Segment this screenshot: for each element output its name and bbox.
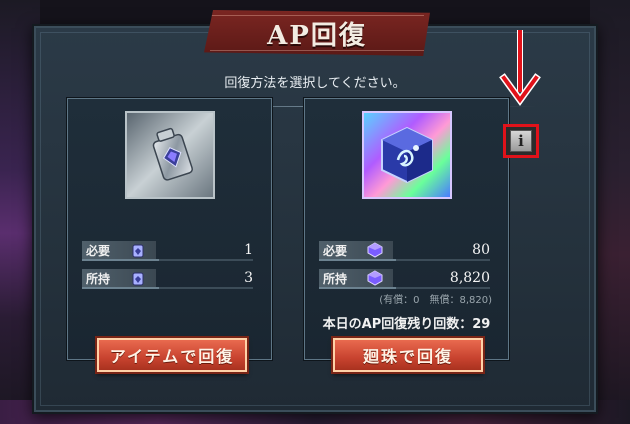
required-label: 必要 <box>86 243 111 258</box>
row-underline <box>82 287 253 289</box>
required-value: 80 <box>472 242 490 258</box>
row-underline <box>319 259 490 261</box>
dialog-title: AP回復 <box>267 20 367 51</box>
row-underline <box>319 287 490 289</box>
required-label: 必要 <box>323 243 348 258</box>
info-button[interactable]: i <box>503 124 539 158</box>
item-recovery-card: 必要 1 所持 3 <box>67 98 272 360</box>
owned-label-wrap: 所持 <box>319 269 393 287</box>
required-label-wrap: 必要 <box>82 241 156 259</box>
item-frame[interactable] <box>362 111 452 199</box>
paid-free-breakdown: (有償：0 無償：8,820) <box>379 295 492 306</box>
info-icon: i <box>510 130 532 152</box>
remaining-recoveries: 本日のAP回復残り回数：29 <box>322 317 491 332</box>
owned-row: 所持 3 <box>82 267 253 289</box>
owned-value: 8,820 <box>449 270 490 286</box>
red-down-arrow-icon <box>499 30 541 106</box>
owned-label: 所持 <box>323 271 348 286</box>
ap-potion-small-icon <box>132 272 144 286</box>
required-value: 1 <box>244 242 253 258</box>
required-row: 必要 80 <box>319 239 490 261</box>
ap-potion-small-icon <box>132 244 144 258</box>
required-row: 必要 1 <box>82 239 253 261</box>
recover-with-item-button[interactable]: アイテムで回復 <box>97 338 247 372</box>
purple-gem-icon <box>367 270 383 286</box>
crystal-cube-icon <box>381 126 433 184</box>
row-underline <box>82 259 253 261</box>
owned-row: 所持 8,820 <box>319 267 490 289</box>
item-frame[interactable] <box>125 111 215 199</box>
gem-recovery-card: 必要 80 所持 8,820 (有償：0 無償：8,820) 本日のAP回復残り… <box>304 98 509 360</box>
owned-label-wrap: 所持 <box>82 269 156 287</box>
owned-value: 3 <box>244 270 253 286</box>
ap-recovery-potion-icon <box>152 127 193 181</box>
required-label-wrap: 必要 <box>319 241 393 259</box>
title-banner: AP回復 <box>204 10 430 56</box>
owned-label: 所持 <box>86 271 111 286</box>
purple-gem-icon <box>367 242 383 258</box>
recover-with-gems-button[interactable]: 廻珠で回復 <box>333 338 483 372</box>
